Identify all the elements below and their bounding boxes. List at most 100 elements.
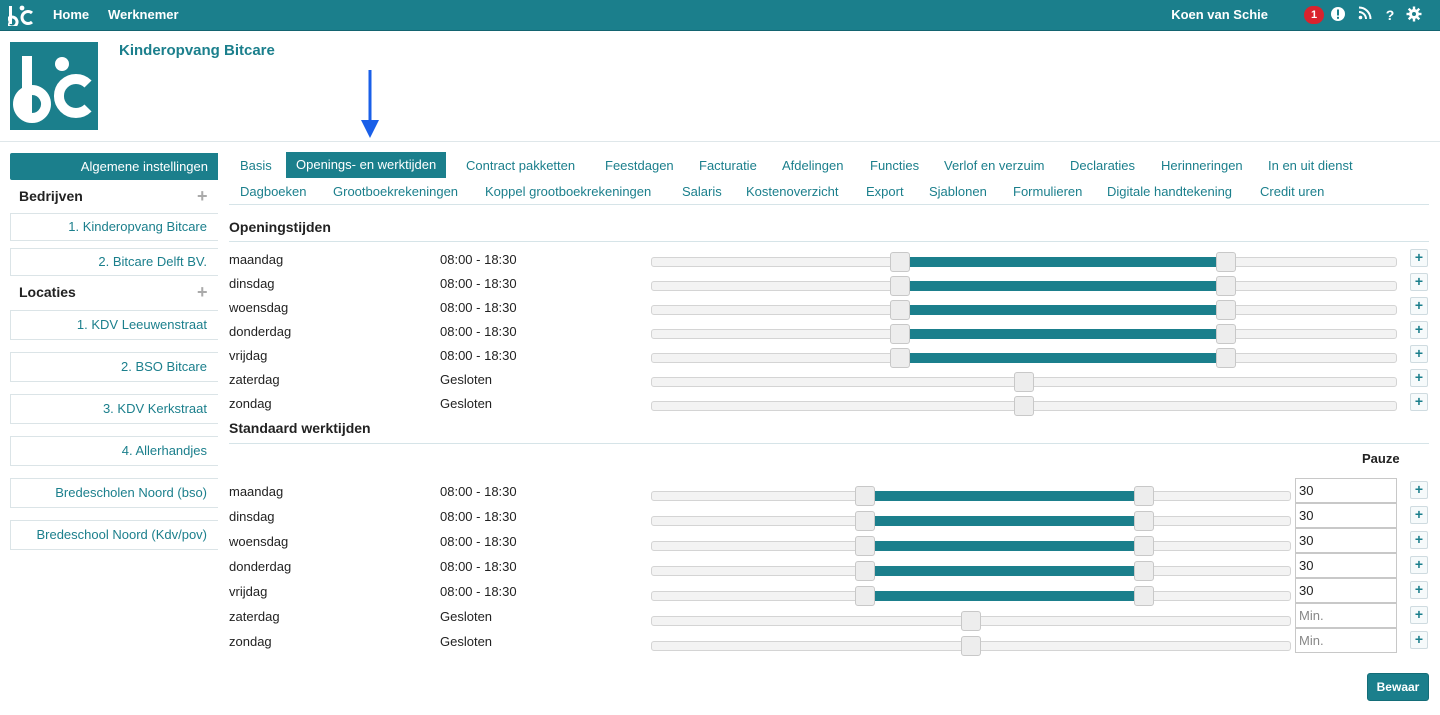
pauze-input[interactable] xyxy=(1295,603,1397,628)
slider-start-handle[interactable] xyxy=(855,486,876,506)
tab-sjablonen[interactable]: Sjablonen xyxy=(929,184,987,199)
nav-home[interactable]: Home xyxy=(53,7,89,22)
time-range-slider[interactable] xyxy=(651,611,1291,631)
add-time-button[interactable]: + xyxy=(1410,606,1428,624)
slider-handle[interactable] xyxy=(1014,396,1034,416)
pauze-input[interactable] xyxy=(1295,478,1397,503)
slider-start-handle[interactable] xyxy=(855,511,876,531)
time-range-slider[interactable] xyxy=(651,536,1291,556)
tab-salaris[interactable]: Salaris xyxy=(682,184,722,199)
add-time-button[interactable]: + xyxy=(1410,273,1428,291)
add-time-button[interactable]: + xyxy=(1410,481,1428,499)
slider-start-handle[interactable] xyxy=(890,300,911,320)
add-time-button[interactable]: + xyxy=(1410,631,1428,649)
time-range-slider[interactable] xyxy=(651,372,1397,392)
add-locatie-icon[interactable]: + xyxy=(197,282,208,303)
add-time-button[interactable]: + xyxy=(1410,249,1428,267)
sidebar-item-locatie[interactable]: 4. Allerhandjes xyxy=(10,436,218,466)
tab-herinneringen[interactable]: Herinneringen xyxy=(1161,158,1243,173)
time-range-slider[interactable] xyxy=(651,561,1291,581)
tab-functies[interactable]: Functies xyxy=(870,158,919,173)
sidebar-item-locatie[interactable]: 1. KDV Leeuwenstraat xyxy=(10,310,218,340)
time-range-slider[interactable] xyxy=(651,348,1397,368)
slider-start-handle[interactable] xyxy=(855,561,876,581)
tab-verlof-verzuim[interactable]: Verlof en verzuim xyxy=(944,158,1044,173)
slider-end-handle[interactable] xyxy=(1133,586,1154,606)
sidebar-general-settings[interactable]: Algemene instellingen xyxy=(10,153,218,180)
sidebar-item-bedrijf[interactable]: 2. Bitcare Delft BV. xyxy=(10,248,218,276)
sidebar-item-locatie[interactable]: Bredeschool Noord (Kdv/pov) xyxy=(10,520,218,550)
add-time-button[interactable]: + xyxy=(1410,506,1428,524)
slider-end-handle[interactable] xyxy=(1215,300,1236,320)
add-time-button[interactable]: + xyxy=(1410,581,1428,599)
time-range-slider[interactable] xyxy=(651,636,1291,656)
gear-icon[interactable] xyxy=(1405,6,1423,24)
bitcare-logo-icon[interactable] xyxy=(8,4,34,26)
tab-afdelingen[interactable]: Afdelingen xyxy=(782,158,843,173)
tab-formulieren[interactable]: Formulieren xyxy=(1013,184,1082,199)
time-range-slider[interactable] xyxy=(651,586,1291,606)
slider-start-handle[interactable] xyxy=(890,252,911,272)
time-range-slider[interactable] xyxy=(651,511,1291,531)
sidebar-item-locatie[interactable]: Bredescholen Noord (bso) xyxy=(10,478,218,508)
pauze-input[interactable] xyxy=(1295,503,1397,528)
pauze-input[interactable] xyxy=(1295,553,1397,578)
time-range-slider[interactable] xyxy=(651,324,1397,344)
slider-end-handle[interactable] xyxy=(1133,536,1154,556)
add-time-button[interactable]: + xyxy=(1410,369,1428,387)
tab-kostenoverzicht[interactable]: Kostenoverzicht xyxy=(746,184,839,199)
tab-koppel-grootboekrekeningen[interactable]: Koppel grootboekrekeningen xyxy=(485,184,651,199)
tab-openings-werktijden[interactable]: Openings- en werktijden xyxy=(286,152,447,178)
add-time-button[interactable]: + xyxy=(1410,297,1428,315)
time-range-slider[interactable] xyxy=(651,486,1291,506)
nav-werknemer[interactable]: Werknemer xyxy=(108,7,179,22)
slider-end-handle[interactable] xyxy=(1133,486,1154,506)
time-range-slider[interactable] xyxy=(651,276,1397,296)
slider-start-handle[interactable] xyxy=(855,536,876,556)
user-name[interactable]: Koen van Schie xyxy=(1171,7,1268,22)
time-range-slider[interactable] xyxy=(651,300,1397,320)
slider-end-handle[interactable] xyxy=(1215,348,1236,368)
notification-badge[interactable]: 1 xyxy=(1304,6,1324,24)
pauze-input[interactable] xyxy=(1295,578,1397,603)
slider-handle[interactable] xyxy=(1014,372,1034,392)
slider-end-handle[interactable] xyxy=(1133,511,1154,531)
tab-digitale-handtekening[interactable]: Digitale handtekening xyxy=(1107,184,1232,199)
add-time-button[interactable]: + xyxy=(1410,393,1428,411)
tab-basis[interactable]: Basis xyxy=(240,158,272,173)
sidebar-item-locatie[interactable]: 2. BSO Bitcare xyxy=(10,352,218,382)
save-button[interactable]: Bewaar xyxy=(1367,673,1429,701)
add-time-button[interactable]: + xyxy=(1410,556,1428,574)
tab-declaraties[interactable]: Declaraties xyxy=(1070,158,1135,173)
alert-icon[interactable] xyxy=(1329,6,1347,24)
help-icon[interactable]: ? xyxy=(1381,6,1399,24)
sidebar-item-locatie[interactable]: 3. KDV Kerkstraat xyxy=(10,394,218,424)
slider-end-handle[interactable] xyxy=(1215,276,1236,296)
pauze-input[interactable] xyxy=(1295,528,1397,553)
add-time-button[interactable]: + xyxy=(1410,531,1428,549)
tab-credit-uren[interactable]: Credit uren xyxy=(1260,184,1324,199)
slider-end-handle[interactable] xyxy=(1215,252,1236,272)
time-range-slider[interactable] xyxy=(651,396,1397,416)
tab-facturatie[interactable]: Facturatie xyxy=(699,158,757,173)
tab-in-uit-dienst[interactable]: In en uit dienst xyxy=(1268,158,1353,173)
slider-handle[interactable] xyxy=(961,611,981,631)
tab-contract-pakketten[interactable]: Contract pakketten xyxy=(466,158,575,173)
tab-export[interactable]: Export xyxy=(866,184,904,199)
add-bedrijf-icon[interactable]: + xyxy=(197,186,208,207)
rss-icon[interactable] xyxy=(1356,6,1374,24)
time-range-slider[interactable] xyxy=(651,252,1397,272)
pauze-input[interactable] xyxy=(1295,628,1397,653)
slider-end-handle[interactable] xyxy=(1133,561,1154,581)
slider-start-handle[interactable] xyxy=(855,586,876,606)
tab-dagboeken[interactable]: Dagboeken xyxy=(240,184,307,199)
add-time-button[interactable]: + xyxy=(1410,345,1428,363)
slider-handle[interactable] xyxy=(961,636,981,656)
slider-start-handle[interactable] xyxy=(890,348,911,368)
add-time-button[interactable]: + xyxy=(1410,321,1428,339)
slider-start-handle[interactable] xyxy=(890,276,911,296)
sidebar-item-bedrijf[interactable]: 1. Kinderopvang Bitcare xyxy=(10,213,218,241)
slider-end-handle[interactable] xyxy=(1215,324,1236,344)
slider-start-handle[interactable] xyxy=(890,324,911,344)
tab-grootboekrekeningen[interactable]: Grootboekrekeningen xyxy=(333,184,458,199)
